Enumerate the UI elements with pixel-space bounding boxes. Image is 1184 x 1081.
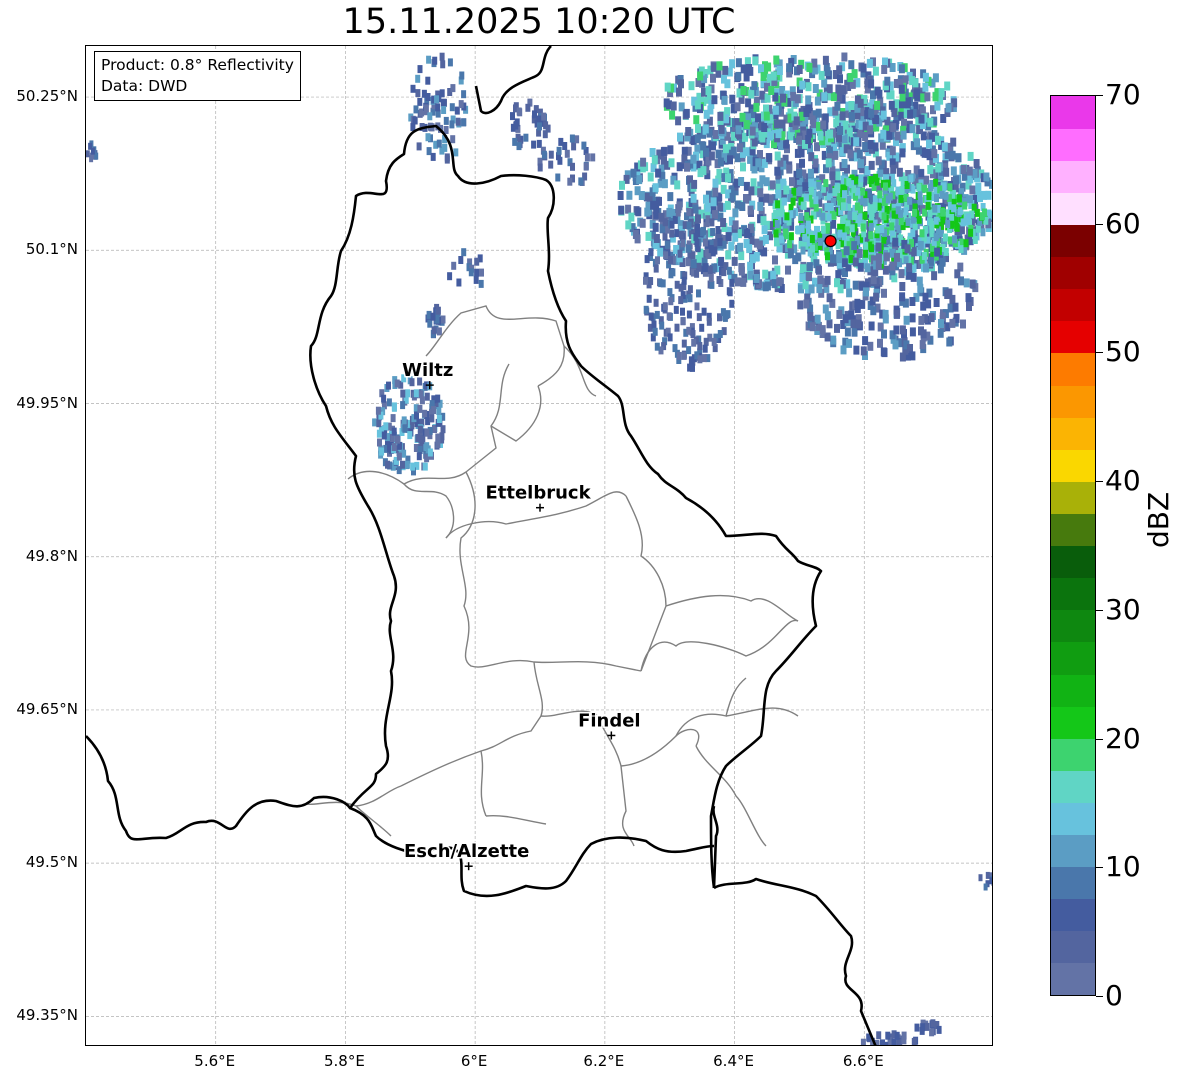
colorbar-segment: [1051, 673, 1095, 707]
canton-boundary: [595, 713, 635, 847]
radar-echoes: [86, 52, 992, 1045]
colorbar-label: dBZ: [1142, 491, 1175, 548]
canton-boundaries: [305, 305, 799, 847]
colorbar-segment: [1051, 96, 1095, 129]
canton-boundary: [480, 750, 487, 817]
longitude-tick-label: 6.6°E: [842, 1052, 884, 1070]
colorbar-segment: [1051, 641, 1095, 675]
colorbar-segment: [1051, 962, 1095, 995]
latitude-tick-label: 50.1°N: [25, 240, 78, 259]
colorbar-segment: [1051, 192, 1095, 226]
canton-boundary: [625, 495, 667, 672]
colorbar-tick-mark: [1096, 481, 1103, 483]
colorbar-tick-mark: [1096, 223, 1103, 225]
colorbar-segment: [1051, 898, 1095, 932]
latitude-tick-label: 50.25°N: [16, 87, 78, 106]
canton-boundary: [403, 483, 455, 539]
colorbar-segment: [1051, 930, 1095, 964]
colorbar-segment: [1051, 738, 1095, 771]
colorbar-segment: [1051, 417, 1095, 450]
longitude-tick-label: 5.8°E: [324, 1052, 365, 1070]
colorbar-tick-mark: [1096, 95, 1103, 96]
colorbar-tick-label: 20: [1105, 721, 1141, 755]
latitude-tick-label: 49.5°N: [25, 853, 78, 872]
data-source-label: Data: DWD: [101, 77, 188, 95]
colorbar-segment: [1051, 609, 1095, 643]
canton-boundary: [563, 345, 597, 397]
colorbar-segment: [1051, 545, 1095, 579]
longitude-tick-label: 6.2°E: [583, 1052, 625, 1070]
city-label: Findel: [578, 710, 641, 731]
colorbar-tick-mark: [1096, 996, 1103, 997]
colorbar: [1050, 95, 1096, 996]
country-border: [712, 805, 719, 889]
colorbar-tick-label: 60: [1105, 206, 1141, 240]
map-title: 15.11.2025 10:20 UTC: [342, 2, 736, 42]
colorbar-segment: [1051, 577, 1095, 611]
colorbar-segment: [1051, 384, 1095, 418]
latitude-tick-label: 49.95°N: [16, 393, 78, 412]
colorbar-tick-mark: [1096, 609, 1103, 611]
latitude-tick-label: 49.35°N: [16, 1006, 78, 1025]
canton-boundary: [400, 715, 542, 787]
canton-boundary: [675, 677, 747, 737]
canton-boundary: [533, 661, 597, 717]
canton-boundary: [485, 814, 547, 825]
colorbar-segment: [1051, 706, 1095, 739]
city-label: Ettelbruck: [485, 483, 591, 504]
colorbar-tick-label: 30: [1105, 592, 1141, 626]
radar-site-layer: [824, 234, 837, 248]
canton-boundary: [725, 707, 799, 717]
colorbar-tick-label: 70: [1105, 78, 1141, 111]
longitude-tick-label: 6.4°E: [713, 1052, 754, 1070]
canton-boundary: [533, 661, 642, 672]
city-label: Esch/Alzette: [404, 841, 529, 862]
radar-map[interactable]: Wiltz Ettelbruck Findel Esch/Alzette: [85, 45, 993, 1046]
product-info-box: Product: 0.8° Reflectivity Data: DWD: [94, 51, 301, 101]
colorbar-segment: [1051, 320, 1095, 354]
colorbar-segment: [1051, 449, 1095, 482]
colorbar-segment: [1051, 160, 1095, 193]
colorbar-segment: [1051, 834, 1095, 868]
latitude-tick-label: 49.65°N: [16, 699, 78, 718]
country-border: [713, 877, 877, 1045]
colorbar-segment: [1051, 802, 1095, 836]
colorbar-segment: [1051, 866, 1095, 900]
colorbar-segment: [1051, 288, 1095, 322]
latitude-tick-label: 49.8°N: [25, 546, 78, 565]
colorbar-segment: [1051, 256, 1095, 290]
canton-boundary: [490, 385, 542, 442]
colorbar-segment: [1051, 770, 1095, 803]
colorbar-segment: [1051, 224, 1095, 258]
canton-boundary: [665, 594, 799, 622]
radar-map-canvas: Wiltz Ettelbruck Findel Esch/Alzette: [86, 46, 992, 1045]
colorbar-tick-label: 10: [1105, 850, 1141, 884]
colorbar-tick-label: 0: [1105, 979, 1123, 1012]
colorbar-segment: [1051, 481, 1095, 514]
colorbar-tick-label: 40: [1105, 464, 1141, 498]
country-border: [474, 46, 552, 115]
colorbar-tick-label: 50: [1105, 335, 1141, 369]
longitude-tick-label: 6°E: [460, 1052, 488, 1070]
longitude-tick-label: 5.6°E: [194, 1052, 236, 1070]
colorbar-tick-mark: [1096, 738, 1103, 740]
product-label: Product: 0.8° Reflectivity: [101, 56, 294, 74]
city-label: Wiltz: [402, 360, 453, 381]
radar-site-marker: [824, 234, 837, 248]
colorbar-tick-mark: [1096, 867, 1103, 869]
colorbar-segment: [1051, 128, 1095, 161]
colorbar-tick-mark: [1096, 352, 1103, 354]
colorbar-segment: [1051, 513, 1095, 547]
canton-boundary: [620, 728, 700, 767]
canton-boundary: [640, 619, 799, 672]
colorbar-segment: [1051, 352, 1095, 386]
